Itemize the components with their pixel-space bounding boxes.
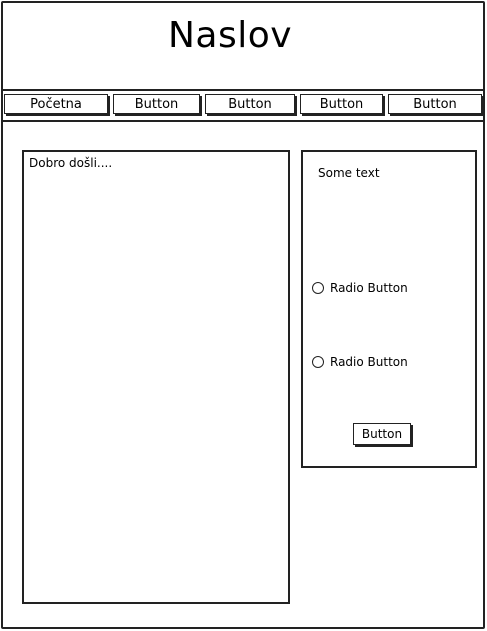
radio-option-1[interactable]: Radio Button bbox=[312, 280, 408, 296]
radio-circle-icon[interactable] bbox=[312, 356, 324, 368]
nav-button-pocetna[interactable]: Početna bbox=[4, 94, 108, 114]
radio-label: Radio Button bbox=[330, 355, 408, 369]
nav-divider bbox=[2, 120, 484, 122]
side-panel: Some text Radio Button Radio Button Butt… bbox=[301, 150, 477, 468]
page-title: Naslov bbox=[167, 15, 293, 56]
nav-button-2[interactable]: Button bbox=[113, 94, 200, 114]
nav-button-5[interactable]: Button bbox=[388, 94, 482, 114]
nav-button-4[interactable]: Button bbox=[300, 94, 383, 114]
radio-circle-icon[interactable] bbox=[312, 282, 324, 294]
radio-option-2[interactable]: Radio Button bbox=[312, 354, 408, 370]
side-panel-text: Some text bbox=[318, 166, 380, 180]
side-panel-button[interactable]: Button bbox=[353, 423, 411, 445]
welcome-panel: Dobro došli.... bbox=[22, 150, 290, 604]
nav-button-3[interactable]: Button bbox=[205, 94, 295, 114]
radio-label: Radio Button bbox=[330, 281, 408, 295]
welcome-text: Dobro došli.... bbox=[29, 156, 113, 170]
header-divider bbox=[2, 89, 484, 91]
